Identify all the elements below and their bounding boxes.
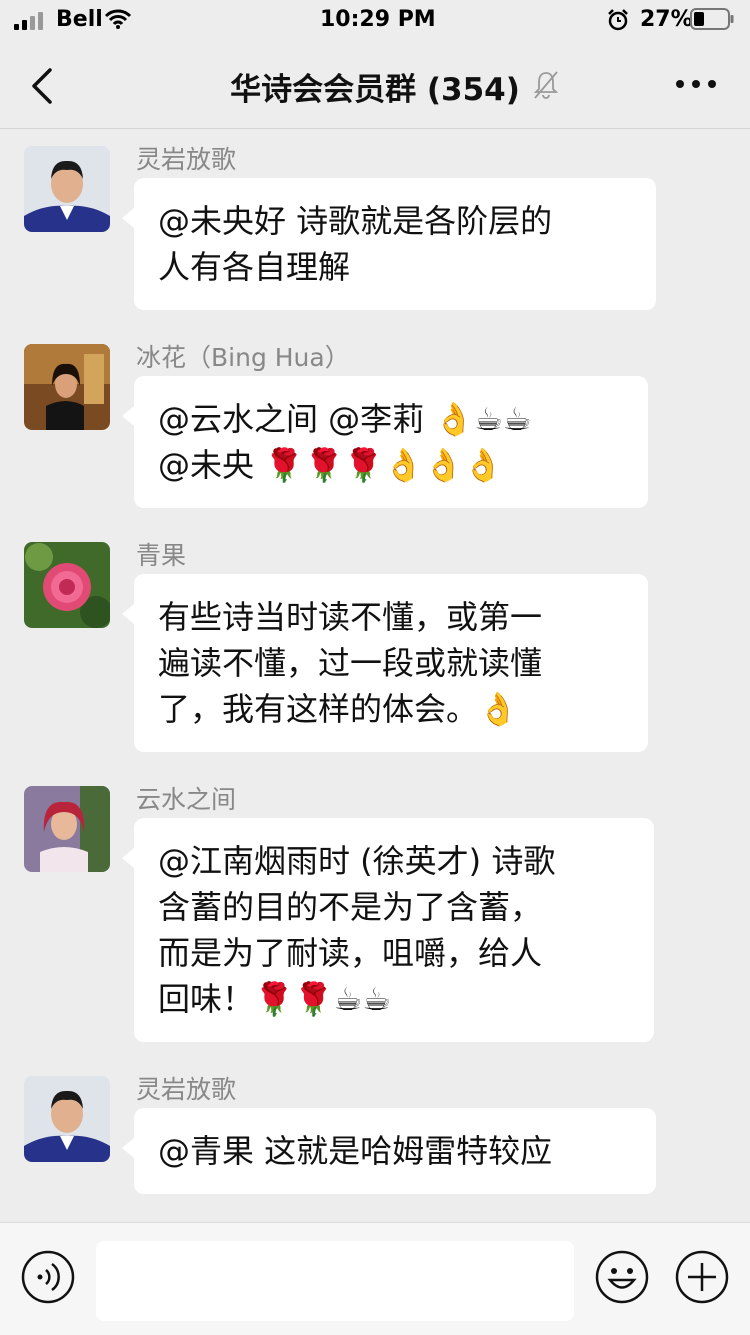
message-text: @青果 这就是哈姆雷特较应: [158, 1132, 553, 1170]
clock: 10:29 PM: [320, 7, 436, 32]
message-bubble[interactable]: 有些诗当时读不懂，或第一 遍读不懂，过一段或就读懂 了，我有这样的体会。👌: [122, 574, 648, 752]
message-bubble[interactable]: @江南烟雨时 (徐英才) 诗歌 含蓄的目的不是为了含蓄， 而是为了耐读，咀嚼，给…: [122, 818, 654, 1042]
sender-name: 冰花（Bing Hua）: [136, 343, 350, 372]
input-bar: [0, 1222, 750, 1335]
message-list[interactable]: 灵岩放歌 @未央好 诗歌就是各阶层的 人有各自理解 冰花（Bing Hua） @…: [0, 129, 750, 1221]
carrier-label: Bell: [56, 7, 103, 32]
more-functions-icon[interactable]: [674, 1249, 730, 1305]
message-text: 而是为了耐读，咀嚼，给人: [158, 934, 543, 972]
message-text: 遍读不懂，过一段或就读懂: [158, 644, 543, 682]
message-text: 有些诗当时读不懂，或第一: [158, 598, 543, 636]
alarm-icon: [608, 9, 628, 31]
more-options-icon[interactable]: [672, 72, 720, 96]
sender-name: 青果: [136, 541, 187, 570]
chat-title: 华诗会会员群 (354): [230, 72, 520, 108]
emoji-icon[interactable]: [594, 1249, 650, 1305]
message-text: @云水之间 @李莉 👌☕☕: [158, 400, 532, 438]
sender-name: 云水之间: [136, 785, 237, 814]
voice-input-icon[interactable]: [20, 1249, 76, 1305]
status-bar: Bell 10:29 PM 27%: [0, 0, 750, 44]
sender-name: 灵岩放歌: [136, 145, 237, 174]
message-text: @未央好 诗歌就是各阶层的: [158, 202, 553, 240]
signal-icon: [14, 12, 43, 30]
message-text: @江南烟雨时 (徐英才) 诗歌: [158, 842, 556, 880]
message-bubble[interactable]: @青果 这就是哈姆雷特较应: [122, 1108, 656, 1194]
message-text: 人有各自理解: [158, 248, 351, 286]
message-text: @未央 🌹🌹🌹👌👌👌: [158, 446, 504, 484]
message-text: 了，我有这样的体会。👌: [158, 690, 518, 728]
navigation-bar: 华诗会会员群 (354): [0, 44, 750, 129]
avatar[interactable]: [24, 542, 110, 628]
avatar[interactable]: [24, 1076, 110, 1162]
message-bubble[interactable]: @未央好 诗歌就是各阶层的 人有各自理解: [122, 178, 656, 310]
battery-icon: [690, 8, 734, 30]
avatar[interactable]: [24, 786, 110, 872]
avatar[interactable]: [24, 344, 110, 430]
message-input[interactable]: [96, 1241, 574, 1321]
message-text: 回味！🌹🌹☕☕: [158, 980, 392, 1018]
message-text: 含蓄的目的不是为了含蓄，: [158, 888, 543, 926]
sender-name: 灵岩放歌: [136, 1075, 237, 1104]
wifi-icon: [104, 9, 132, 29]
message-bubble[interactable]: @云水之间 @李莉 👌☕☕ @未央 🌹🌹🌹👌👌👌: [122, 376, 648, 508]
avatar[interactable]: [24, 146, 110, 232]
muted-bell-icon: [533, 71, 559, 99]
battery-percentage: 27%: [640, 7, 693, 32]
